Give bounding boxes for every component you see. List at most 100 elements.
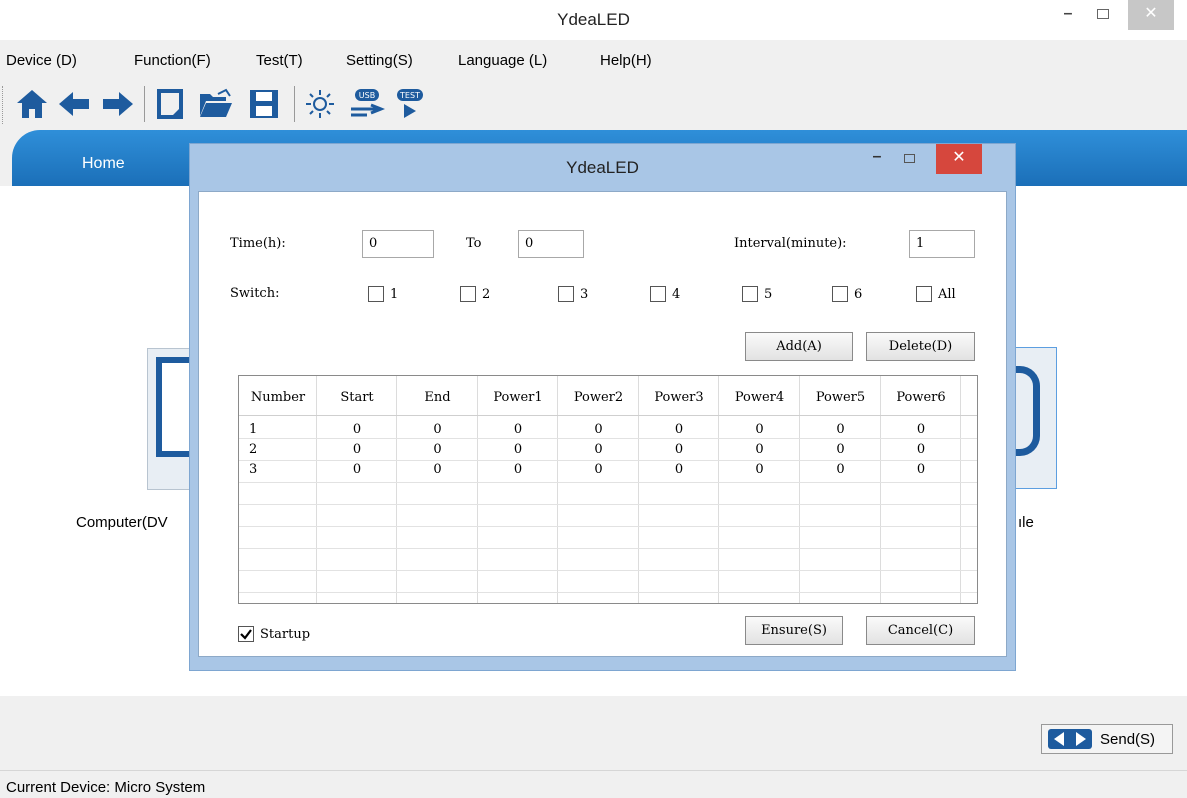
table-cell[interactable]: 0	[558, 462, 639, 477]
send-label: Send(S)	[1100, 730, 1156, 748]
usb-text: USB	[359, 91, 375, 100]
table-cell[interactable]: 0	[397, 462, 478, 477]
table-cell[interactable]: 0	[558, 442, 639, 457]
table-cell[interactable]: 0	[719, 462, 800, 477]
delete-button[interactable]: Delete(D)	[866, 332, 975, 361]
computer-label: Computer(DV	[76, 514, 168, 531]
maximize-icon	[1097, 9, 1109, 19]
table-cell[interactable]: 0	[639, 462, 719, 477]
test-text: TEST	[399, 91, 420, 100]
table-cell[interactable]: 0	[397, 442, 478, 457]
checkbox-box	[238, 626, 254, 642]
new-file-icon[interactable]	[150, 84, 190, 124]
open-folder-icon[interactable]	[196, 84, 236, 124]
schedule-dialog: YdeaLED – ✕ Time(h): 0 To 0 Interval(min…	[189, 143, 1016, 671]
menu-device[interactable]: Device (D)	[6, 52, 77, 69]
column-header-start[interactable]: Start	[317, 390, 397, 405]
table-cell[interactable]: 0	[317, 462, 397, 477]
menu-language[interactable]: Language (L)	[458, 52, 547, 69]
column-header-power5[interactable]: Power5	[800, 390, 881, 405]
menu-test[interactable]: Test(T)	[256, 52, 303, 69]
time-from-field[interactable]: 0	[362, 230, 434, 258]
dialog-close-button[interactable]: ✕	[936, 144, 982, 174]
window-title: YdeaLED	[557, 10, 630, 29]
interval-field[interactable]: 1	[909, 230, 975, 258]
row-divider	[239, 548, 977, 549]
forward-arrow-icon[interactable]	[98, 84, 138, 124]
cable-icon	[1016, 366, 1040, 456]
table-cell[interactable]: 0	[317, 422, 397, 437]
switch-label-all: All	[938, 286, 956, 302]
table-cell[interactable]: 0	[639, 422, 719, 437]
switch-checkbox-5[interactable]: 5	[742, 286, 772, 302]
table-cell[interactable]: 3	[249, 462, 269, 477]
menu-help[interactable]: Help(H)	[600, 52, 652, 69]
add-button[interactable]: Add(A)	[745, 332, 853, 361]
switch-checkbox-4[interactable]: 4	[650, 286, 680, 302]
maximize-button[interactable]	[1090, 0, 1116, 30]
switch-checkbox-6[interactable]: 6	[832, 286, 862, 302]
table-cell[interactable]: 0	[719, 422, 800, 437]
usb-icon[interactable]: USB	[346, 84, 386, 124]
computer-card[interactable]	[147, 348, 192, 490]
switch-label-4: 4	[672, 286, 681, 302]
column-header-power2[interactable]: Power2	[558, 390, 639, 405]
menu-setting[interactable]: Setting(S)	[346, 52, 413, 69]
table-cell[interactable]: 0	[558, 422, 639, 437]
back-arrow-icon[interactable]	[54, 84, 94, 124]
table-cell[interactable]: 0	[719, 442, 800, 457]
row-divider	[239, 482, 977, 483]
toolbar: USB TEST	[0, 80, 600, 128]
table-cell[interactable]: 0	[639, 442, 719, 457]
table-cell[interactable]: 0	[478, 422, 558, 437]
status-bar: Current Device: Micro System	[0, 770, 1187, 798]
device-card[interactable]	[1015, 347, 1057, 489]
dialog-minimize-button[interactable]: –	[862, 144, 892, 174]
test-icon[interactable]: TEST	[390, 84, 430, 124]
table-cell[interactable]: 0	[478, 442, 558, 457]
toolbar-separator	[144, 86, 145, 122]
minimize-button[interactable]: –	[1053, 0, 1083, 30]
table-cell[interactable]: 1	[249, 422, 269, 437]
table-cell[interactable]: 0	[478, 462, 558, 477]
brightness-icon[interactable]	[300, 84, 340, 124]
table-cell[interactable]: 0	[800, 422, 881, 437]
switch-checkbox-1[interactable]: 1	[368, 286, 398, 302]
switch-checkbox-3[interactable]: 3	[558, 286, 588, 302]
ensure-button[interactable]: Ensure(S)	[745, 616, 843, 645]
table-cell[interactable]: 0	[800, 442, 881, 457]
send-icon	[1048, 729, 1092, 749]
close-button[interactable]: ✕	[1128, 0, 1174, 30]
column-header-power6[interactable]: Power6	[881, 390, 961, 405]
column-header-power3[interactable]: Power3	[639, 390, 719, 405]
dialog-maximize-button[interactable]	[896, 144, 922, 174]
switch-label-6: 6	[854, 286, 863, 302]
save-icon[interactable]	[244, 84, 284, 124]
device-label: ıle	[1018, 514, 1034, 531]
switch-label: Switch:	[230, 286, 280, 301]
column-header-power1[interactable]: Power1	[478, 390, 558, 405]
monitor-icon	[156, 357, 192, 457]
dialog-body: Time(h): 0 To 0 Interval(minute): 1 Swit…	[198, 191, 1007, 657]
startup-checkbox[interactable]: Startup	[238, 626, 310, 642]
table-cell[interactable]: 0	[881, 442, 961, 457]
send-button[interactable]: Send(S)	[1041, 724, 1173, 754]
switch-label-1: 1	[390, 286, 399, 302]
column-header-power4[interactable]: Power4	[719, 390, 800, 405]
switch-checkbox-all[interactable]: All	[916, 286, 956, 302]
column-header-end[interactable]: End	[397, 390, 478, 405]
menu-function[interactable]: Function(F)	[134, 52, 211, 69]
table-cell[interactable]: 2	[249, 442, 269, 457]
table-cell[interactable]: 0	[881, 422, 961, 437]
switch-checkbox-2[interactable]: 2	[460, 286, 490, 302]
time-to-field[interactable]: 0	[518, 230, 584, 258]
column-header-number[interactable]: Number	[239, 390, 317, 405]
table-cell[interactable]: 0	[800, 462, 881, 477]
tab-home[interactable]: Home	[82, 155, 125, 173]
table-cell[interactable]: 0	[881, 462, 961, 477]
home-icon[interactable]	[12, 84, 52, 124]
table-cell[interactable]: 0	[317, 442, 397, 457]
cancel-button[interactable]: Cancel(C)	[866, 616, 975, 645]
toolbar-grip[interactable]	[2, 86, 6, 124]
table-cell[interactable]: 0	[397, 422, 478, 437]
